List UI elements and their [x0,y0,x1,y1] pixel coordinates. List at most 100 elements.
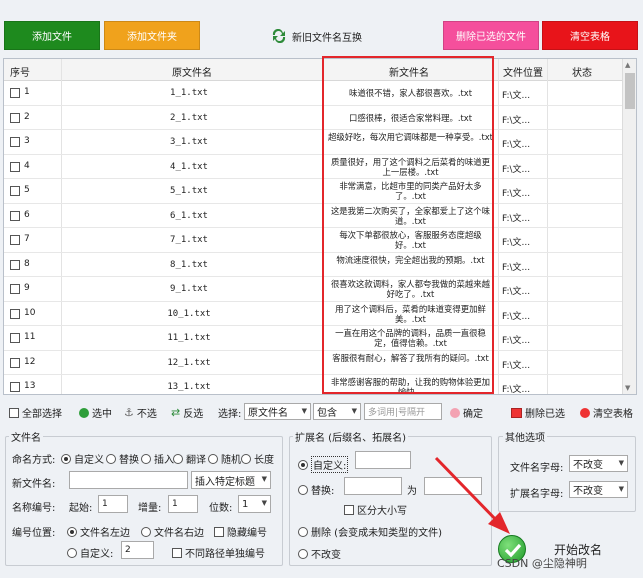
separate-path-checkbox[interactable]: 不同路径单独编号 [172,545,265,560]
mode-insert-radio[interactable]: 插入 [141,451,174,466]
table-scrollbar[interactable]: ▲ ▼ [622,59,636,394]
swap-names-button[interactable]: 新旧文件名互换 [271,27,362,45]
pos-custom-radio[interactable]: 自定义: [67,545,113,560]
confirm-button[interactable]: 确定 [450,405,483,420]
table-row[interactable]: 12 12_1.txt 客服很有耐心，解答了我所有的疑问。.txt F:\文... [4,351,624,375]
original-name-cell: 10_1.txt [167,308,211,319]
scroll-up-icon[interactable]: ▲ [625,61,630,69]
row-checkbox[interactable] [10,357,20,368]
clear-table-small-button[interactable]: 清空表格 [580,405,633,420]
digits-select[interactable]: 1 ▼ [238,495,271,513]
table-row[interactable]: 2 2_1.txt 口感很棒，很适合家常料理。.txt F:\文... [4,106,624,130]
row-checkbox[interactable] [10,382,20,392]
chevron-down-icon: ▼ [301,407,307,415]
location-cell: F:\文... [502,189,531,199]
add-folder-button[interactable]: 添加文件夹 [104,21,200,50]
row-checkbox[interactable] [10,259,20,270]
location-cell: F:\文... [502,385,531,395]
add-file-button[interactable]: 添加文件 [4,21,100,50]
delete-selected-files-button[interactable]: 删除已选的文件 [443,21,539,50]
naming-mode-label: 命名方式: [12,455,56,466]
table-row[interactable]: 7 7_1.txt 每次下单都很放心，客服服务态度超级好。.txt F:\文... [4,228,624,253]
match-mode-select[interactable]: 包含 ▼ [313,403,361,420]
new-name-cell: 每次下单都很放心，客服服务态度超级好。.txt [339,230,482,250]
start-input[interactable]: 1 [98,495,128,513]
new-name-cell: 客服很有耐心，解答了我所有的疑问。.txt [332,352,489,363]
row-checkbox[interactable] [10,88,20,98]
mode-replace-radio[interactable]: 替换 [106,451,139,466]
ext-no-change-radio[interactable]: 不改变 [298,546,341,561]
mode-length-radio[interactable]: 长度 [241,451,274,466]
table-row[interactable]: 9 9_1.txt 很喜欢这款调料，家人都夸我做的菜越来越好吃了。.txt F:\文.… [4,277,624,302]
select-all-checkbox[interactable]: 全部选择 [9,405,62,420]
swap-names-label: 新旧文件名互换 [292,32,362,44]
row-checkbox[interactable] [10,186,20,196]
watermark: CSDN @尘隐神明 [497,557,587,570]
pos-right-radio[interactable]: 文件名右边 [141,524,204,539]
row-number: 12 [24,356,36,367]
pos-left-radio[interactable]: 文件名左边 [67,524,130,539]
custom-position-input[interactable]: 2 [121,541,154,559]
hide-number-checkbox[interactable]: 隐藏编号 [214,524,267,539]
row-number: 6 [24,209,30,220]
digits-label: 位数: [209,503,233,514]
ext-custom-radio[interactable]: 自定义: [298,456,349,473]
table-row[interactable]: 3 3_1.txt 超级好吃，每次用它调味都是一种享受。.txt F:\文... [4,130,624,155]
file-table[interactable]: 序号 原文件名 新文件名 文件位置 状态 1 1_1.txt 味道很不错，家人都很喜… [3,58,637,395]
row-checkbox[interactable] [10,112,20,123]
ext-delete-radio[interactable]: 删除 (会变成未知类型的文件) [298,524,442,539]
original-name-cell: 8_1.txt [170,259,208,270]
header-original-name: 原文件名 [172,68,212,79]
row-checkbox[interactable] [10,284,20,294]
table-row[interactable]: 8 8_1.txt 物流速度很快，完全超出我的预期。.txt F:\文... [4,253,624,277]
choose-label: 选择: [218,409,242,420]
row-number: 5 [24,185,30,195]
scroll-thumb[interactable] [625,73,635,109]
new-filename-input[interactable] [69,471,188,489]
location-cell: F:\文... [502,238,531,248]
location-cell: F:\文... [502,91,531,101]
new-name-cell: 很喜欢这款调料，家人都夸我做的菜越来越好吃了。.txt [330,279,491,299]
ext-replace-from-input[interactable] [344,477,402,495]
delete-selected-button[interactable]: 删除已选 [511,405,565,420]
case-sensitive-checkbox[interactable]: 区分大小写 [344,502,407,517]
increment-input[interactable]: 1 [168,495,198,513]
ext-custom-input[interactable] [355,451,411,469]
invert-selection-button[interactable]: ⇄ 反选 [171,405,203,420]
table-row[interactable]: 6 6_1.txt 这是我第二次购买了，全家都爱上了这个味道。.txt F:\文... [4,204,624,228]
chevron-down-icon: ▼ [261,499,267,507]
ext-case-select[interactable]: 不改变 ▼ [569,481,628,498]
table-row[interactable]: 11 11_1.txt 一直在用这个品牌的调料，品质一直很稳定，值得信赖。.txt F… [4,326,624,351]
deselect-button[interactable]: ⚓ 不选 [124,405,157,420]
row-checkbox[interactable] [10,137,20,147]
row-checkbox[interactable] [10,308,20,319]
mode-random-radio[interactable]: 随机 [208,451,241,466]
ext-replace-radio[interactable]: 替换: [298,482,334,497]
filter-input[interactable]: 多词用|号隔开 [364,403,442,420]
table-row[interactable]: 13 13_1.txt 非常感谢客服的帮助，让我的购物体验更加愉快。 F:\文... [4,375,624,395]
field-select[interactable]: 原文件名 ▼ [244,403,311,420]
ext-to-label: 为 [407,486,417,497]
mode-translate-radio[interactable]: 翻译 [173,451,206,466]
filename-case-select[interactable]: 不改变 ▼ [569,455,628,472]
row-checkbox[interactable] [10,235,20,245]
row-checkbox[interactable] [10,210,20,221]
new-name-cell: 口感很棒，很适合家常料理。.txt [348,112,473,123]
table-row[interactable]: 10 10_1.txt 用了这个调料后，菜肴的味道变得更加鲜美。.txt F:\文..… [4,302,624,326]
select-button[interactable]: 选中 [79,405,112,420]
new-name-cell: 非常感谢客服的帮助，让我的购物体验更加愉快。 [330,377,491,395]
clear-table-button[interactable]: 清空表格 [542,21,638,50]
insert-title-select[interactable]: 插入特定标题 ▼ [191,471,271,489]
table-row[interactable]: 5 5_1.txt 非常满意，比超市里的同类产品好太多了。.txt F:\文... [4,179,624,204]
row-checkbox[interactable] [10,333,20,343]
location-cell: F:\文... [502,287,531,297]
header-status: 状态 [572,68,592,79]
table-row[interactable]: 1 1_1.txt 味道很不错，家人都很喜欢。.txt F:\文... [4,81,624,106]
original-name-cell: 12_1.txt [167,357,211,368]
row-checkbox[interactable] [10,161,20,172]
mode-custom-radio[interactable]: 自定义 [61,451,104,466]
table-row[interactable]: 4 4_1.txt 质量很好，用了这个调料之后菜肴的味道更上一层楼。.txt F:\文… [4,155,624,179]
row-number: 7 [24,234,30,244]
selection-toolbar: 全部选择 选中 ⚓ 不选 ⇄ 反选 选择: 原文件名 ▼ 包含 ▼ 多词用|号隔开 确定… [3,401,637,423]
scroll-down-icon[interactable]: ▼ [625,384,630,392]
